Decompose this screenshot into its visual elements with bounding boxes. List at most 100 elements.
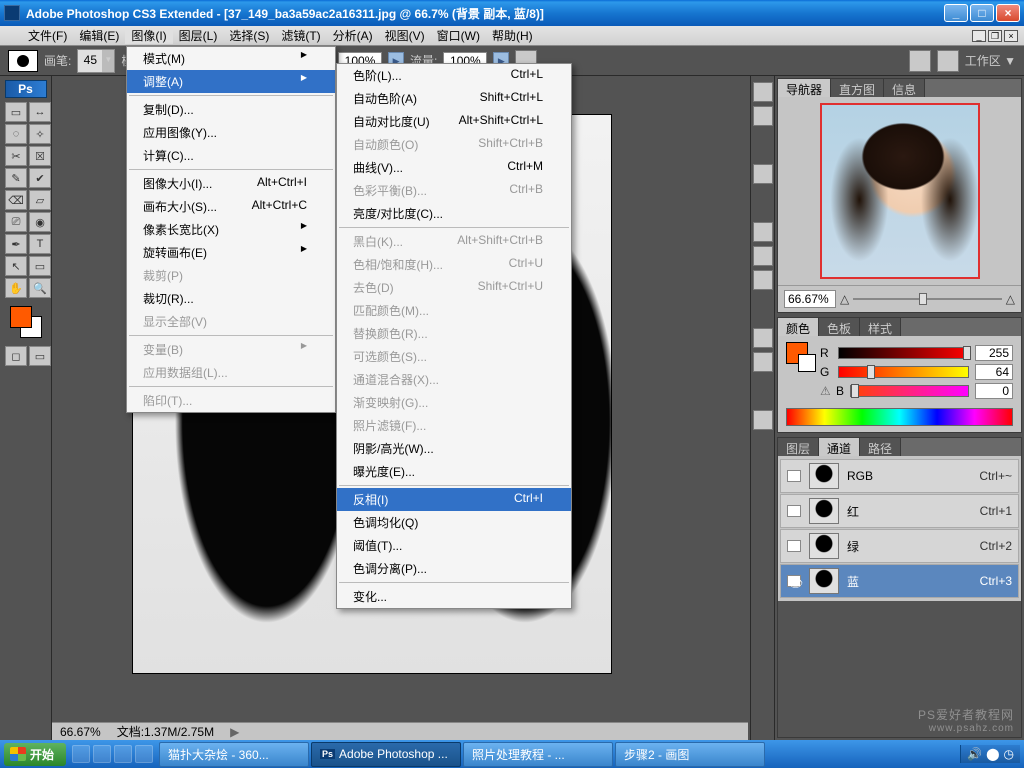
menuitem[interactable]: 调整(A) bbox=[127, 70, 335, 93]
taskbar-button[interactable]: 猫扑大杂烩 - 360... bbox=[159, 742, 309, 767]
tool-6[interactable]: ✎ bbox=[5, 168, 27, 188]
brush-picker[interactable]: 45▼ bbox=[77, 49, 115, 73]
nav-zoom-slider[interactable] bbox=[853, 292, 1002, 306]
ql-icon[interactable] bbox=[93, 745, 111, 763]
menuitem[interactable]: 模式(M) bbox=[127, 47, 335, 70]
menuitem[interactable]: 应用图像(Y)... bbox=[127, 121, 335, 144]
tool-16[interactable]: ✋ bbox=[5, 278, 27, 298]
zoom-in-icon[interactable]: △ bbox=[1006, 292, 1015, 306]
fg-color[interactable] bbox=[10, 306, 32, 328]
quickmask-icon[interactable]: ◻ bbox=[5, 346, 27, 366]
menu-8[interactable]: 窗口(W) bbox=[431, 28, 486, 44]
menuitem[interactable]: 计算(C)... bbox=[127, 144, 335, 167]
visibility-icon[interactable] bbox=[787, 470, 801, 482]
tool-2[interactable]: ◌ bbox=[5, 124, 27, 144]
tab-paths[interactable]: 路径 bbox=[860, 438, 901, 456]
ql-icon[interactable] bbox=[114, 745, 132, 763]
menuitem[interactable]: 曲线(V)...Ctrl+M bbox=[337, 156, 571, 179]
tool-4[interactable]: ✂ bbox=[5, 146, 27, 166]
menuitem[interactable]: 自动色阶(A)Shift+Ctrl+L bbox=[337, 87, 571, 110]
menuitem[interactable]: 像素长宽比(X) bbox=[127, 218, 335, 241]
menuitem[interactable]: 图像大小(I)...Alt+Ctrl+I bbox=[127, 172, 335, 195]
tray-icon[interactable]: ⬤ bbox=[986, 747, 999, 761]
r-slider[interactable] bbox=[838, 347, 969, 359]
menuitem[interactable]: 色调均化(Q) bbox=[337, 511, 571, 534]
palette-btn-1[interactable] bbox=[909, 50, 931, 72]
dock-icon[interactable] bbox=[753, 328, 773, 348]
tool-preset[interactable] bbox=[8, 50, 38, 72]
ql-icon[interactable] bbox=[72, 745, 90, 763]
b-slider[interactable] bbox=[850, 385, 969, 397]
tool-15[interactable]: ▭ bbox=[29, 256, 51, 276]
tab-layers[interactable]: 图层 bbox=[778, 438, 819, 456]
doc-minimize[interactable]: _ bbox=[972, 30, 986, 42]
menu-6[interactable]: 分析(A) bbox=[327, 28, 379, 44]
menuitem[interactable]: 复制(D)... bbox=[127, 98, 335, 121]
tab-channels[interactable]: 通道 bbox=[819, 438, 860, 456]
tool-7[interactable]: ✔ bbox=[29, 168, 51, 188]
taskbar-button[interactable]: 步骤2 - 画图 bbox=[615, 742, 765, 767]
taskbar-button[interactable]: PsAdobe Photoshop ... bbox=[311, 742, 461, 767]
channel-row[interactable]: RGBCtrl+~ bbox=[780, 459, 1019, 493]
tab-color[interactable]: 颜色 bbox=[778, 318, 819, 336]
menuitem[interactable]: 裁切(R)... bbox=[127, 287, 335, 310]
dock-icon[interactable] bbox=[753, 270, 773, 290]
tool-5[interactable]: ☒ bbox=[29, 146, 51, 166]
tool-12[interactable]: ✒ bbox=[5, 234, 27, 254]
menu-1[interactable]: 编辑(E) bbox=[73, 28, 125, 44]
menuitem[interactable]: 色阶(L)...Ctrl+L bbox=[337, 64, 571, 87]
menu-7[interactable]: 视图(V) bbox=[379, 28, 431, 44]
taskbar-button[interactable]: 照片处理教程 - ... bbox=[463, 742, 613, 767]
navigator-thumb[interactable] bbox=[820, 103, 980, 279]
menu-0[interactable]: 文件(F) bbox=[22, 28, 73, 44]
screenmode-icon[interactable]: ▭ bbox=[29, 346, 51, 366]
dock-icon[interactable] bbox=[753, 352, 773, 372]
menuitem[interactable]: 画布大小(S)...Alt+Ctrl+C bbox=[127, 195, 335, 218]
tray-icon[interactable]: ◷ bbox=[1004, 747, 1014, 761]
menuitem[interactable]: 阈值(T)... bbox=[337, 534, 571, 557]
tool-8[interactable]: ⌫ bbox=[5, 190, 27, 210]
status-zoom[interactable]: 66.67% bbox=[60, 725, 101, 739]
tool-13[interactable]: T bbox=[29, 234, 51, 254]
ql-icon[interactable] bbox=[135, 745, 153, 763]
dock-icon[interactable] bbox=[753, 410, 773, 430]
tool-10[interactable]: ⎚ bbox=[5, 212, 27, 232]
menu-4[interactable]: 选择(S) bbox=[223, 28, 275, 44]
g-slider[interactable] bbox=[838, 366, 969, 378]
visibility-icon[interactable]: 👁 bbox=[787, 575, 801, 587]
dock-icon[interactable] bbox=[753, 106, 773, 126]
menu-9[interactable]: 帮助(H) bbox=[486, 28, 539, 44]
g-value[interactable]: 64 bbox=[975, 364, 1013, 380]
r-value[interactable]: 255 bbox=[975, 345, 1013, 361]
menuitem[interactable]: 自动对比度(U)Alt+Shift+Ctrl+L bbox=[337, 110, 571, 133]
tab-swatches[interactable]: 色板 bbox=[819, 318, 860, 336]
doc-restore[interactable]: ❐ bbox=[988, 30, 1002, 42]
tool-17[interactable]: 🔍 bbox=[29, 278, 51, 298]
panel-bg-color[interactable] bbox=[798, 354, 816, 372]
maximize-button[interactable]: □ bbox=[970, 4, 994, 22]
spectrum-bar[interactable] bbox=[786, 408, 1013, 426]
visibility-icon[interactable] bbox=[787, 505, 801, 517]
channel-row[interactable]: 红Ctrl+1 bbox=[780, 494, 1019, 528]
nav-zoom-field[interactable]: 66.67% bbox=[784, 290, 836, 308]
menuitem[interactable]: 色调分离(P)... bbox=[337, 557, 571, 580]
tab-info[interactable]: 信息 bbox=[884, 79, 925, 97]
workspace-menu[interactable]: 工作区 ▼ bbox=[965, 52, 1016, 69]
dock-icon[interactable] bbox=[753, 246, 773, 266]
zoom-out-icon[interactable]: △ bbox=[840, 292, 849, 306]
menu-3[interactable]: 图层(L) bbox=[173, 28, 224, 44]
dock-icon[interactable] bbox=[753, 222, 773, 242]
menu-2[interactable]: 图像(I) bbox=[125, 28, 172, 44]
tab-histogram[interactable]: 直方图 bbox=[831, 79, 884, 97]
b-value[interactable]: 0 bbox=[975, 383, 1013, 399]
palette-btn-2[interactable] bbox=[937, 50, 959, 72]
menuitem[interactable]: 反相(I)Ctrl+I bbox=[337, 488, 571, 511]
tool-14[interactable]: ↖ bbox=[5, 256, 27, 276]
menuitem[interactable]: 变化... bbox=[337, 585, 571, 608]
tool-1[interactable]: ↔ bbox=[29, 102, 51, 122]
menu-5[interactable]: 滤镜(T) bbox=[275, 28, 326, 44]
doc-close[interactable]: × bbox=[1004, 30, 1018, 42]
tab-navigator[interactable]: 导航器 bbox=[778, 79, 831, 97]
tab-styles[interactable]: 样式 bbox=[860, 318, 901, 336]
tray-icon[interactable]: 🔊 bbox=[967, 747, 982, 761]
